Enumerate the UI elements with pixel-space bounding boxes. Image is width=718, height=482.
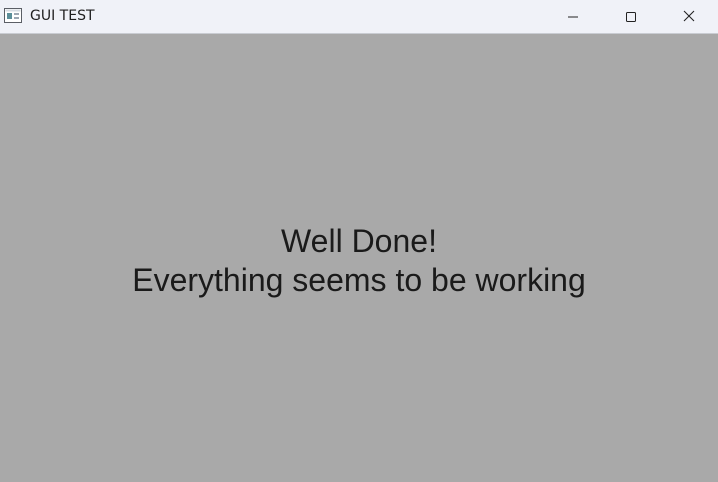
close-button[interactable] [660, 0, 718, 34]
window-title: GUI TEST [30, 8, 95, 24]
minimize-button[interactable] [544, 0, 602, 34]
message-line-2: Everything seems to be working [132, 262, 586, 298]
minimize-icon [567, 8, 579, 27]
maximize-icon [625, 8, 637, 27]
message-line-1: Well Done! [281, 223, 437, 259]
app-window-icon [4, 8, 22, 23]
success-message: Well Done! Everything seems to be workin… [0, 222, 718, 300]
close-icon [682, 8, 696, 27]
title-bar[interactable]: GUI TEST [0, 0, 718, 34]
window-controls [544, 0, 718, 34]
gui-test-window: GUI TEST Well Done! Everything seems to … [0, 0, 718, 482]
content-area: Well Done! Everything seems to be workin… [0, 35, 718, 482]
maximize-button[interactable] [602, 0, 660, 34]
